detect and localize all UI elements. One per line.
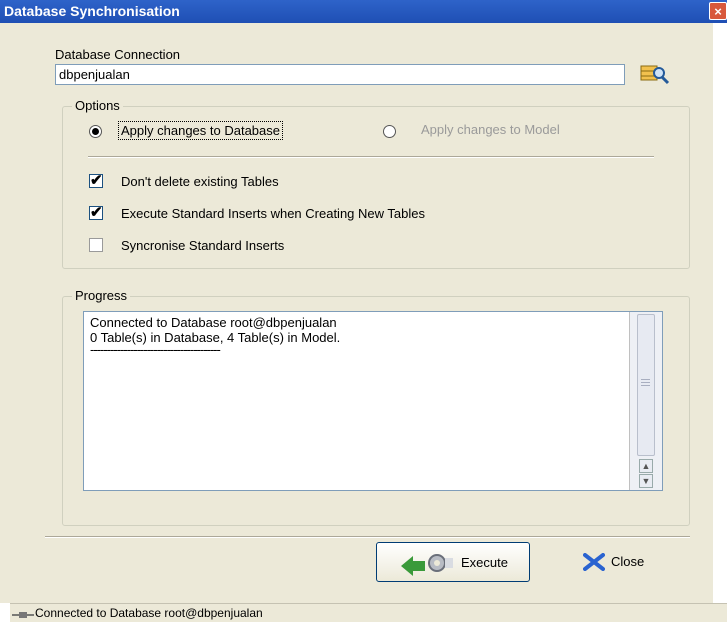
execute-button[interactable]: Execute — [376, 542, 530, 582]
execute-standard-inserts-checkbox[interactable]: ✔ — [89, 205, 103, 220]
progress-log-text: Connected to Database root@dbpenjualan 0… — [90, 315, 340, 357]
dont-delete-tables-checkbox[interactable]: ✔ — [89, 173, 103, 188]
button-separator — [45, 536, 690, 538]
apply-to-model-radio[interactable] — [383, 125, 396, 138]
status-text: Connected to Database root@dbpenjualan — [35, 606, 263, 620]
progress-log[interactable]: Connected to Database root@dbpenjualan 0… — [83, 311, 663, 491]
dont-delete-tables-label[interactable]: Don't delete existing Tables — [121, 174, 279, 189]
close-icon[interactable]: × — [709, 2, 727, 20]
window-title: Database Synchronisation — [4, 3, 180, 19]
progress-legend: Progress — [72, 288, 131, 303]
execute-label: Execute — [461, 555, 508, 570]
title-bar: Database Synchronisation × — [0, 0, 727, 23]
close-x-icon — [583, 553, 605, 574]
connection-label: Database Connection — [55, 47, 181, 62]
syncronise-standard-inserts-checkbox[interactable] — [89, 238, 103, 252]
close-button[interactable]: Close — [575, 542, 685, 582]
apply-to-model-label[interactable]: Apply changes to Model — [421, 122, 560, 137]
scroll-up-icon[interactable]: ▲ — [639, 459, 653, 473]
progress-scrollbar[interactable]: ▲ ▼ — [629, 312, 662, 490]
database-search-icon[interactable] — [640, 62, 670, 86]
status-bar: Connected to Database root@dbpenjualan — [10, 603, 727, 622]
options-separator — [88, 156, 654, 158]
log-line: Connected to Database root@dbpenjualan — [90, 315, 337, 330]
connection-field[interactable]: dbpenjualan — [55, 64, 625, 85]
options-legend: Options — [72, 98, 123, 113]
close-label: Close — [611, 554, 645, 569]
execute-icon — [399, 550, 455, 579]
scroll-thumb[interactable] — [637, 314, 655, 456]
dialog-body: Database Connection dbpenjualan Options … — [0, 23, 713, 603]
apply-to-database-radio[interactable] — [89, 125, 102, 138]
log-line: --------------------------------------- — [90, 342, 221, 357]
apply-to-database-label[interactable]: Apply changes to Database — [118, 121, 283, 140]
scroll-down-icon[interactable]: ▼ — [639, 474, 653, 488]
syncronise-standard-inserts-label[interactable]: Syncronise Standard Inserts — [121, 238, 284, 253]
connection-value: dbpenjualan — [59, 67, 130, 82]
execute-standard-inserts-label[interactable]: Execute Standard Inserts when Creating N… — [121, 206, 425, 221]
